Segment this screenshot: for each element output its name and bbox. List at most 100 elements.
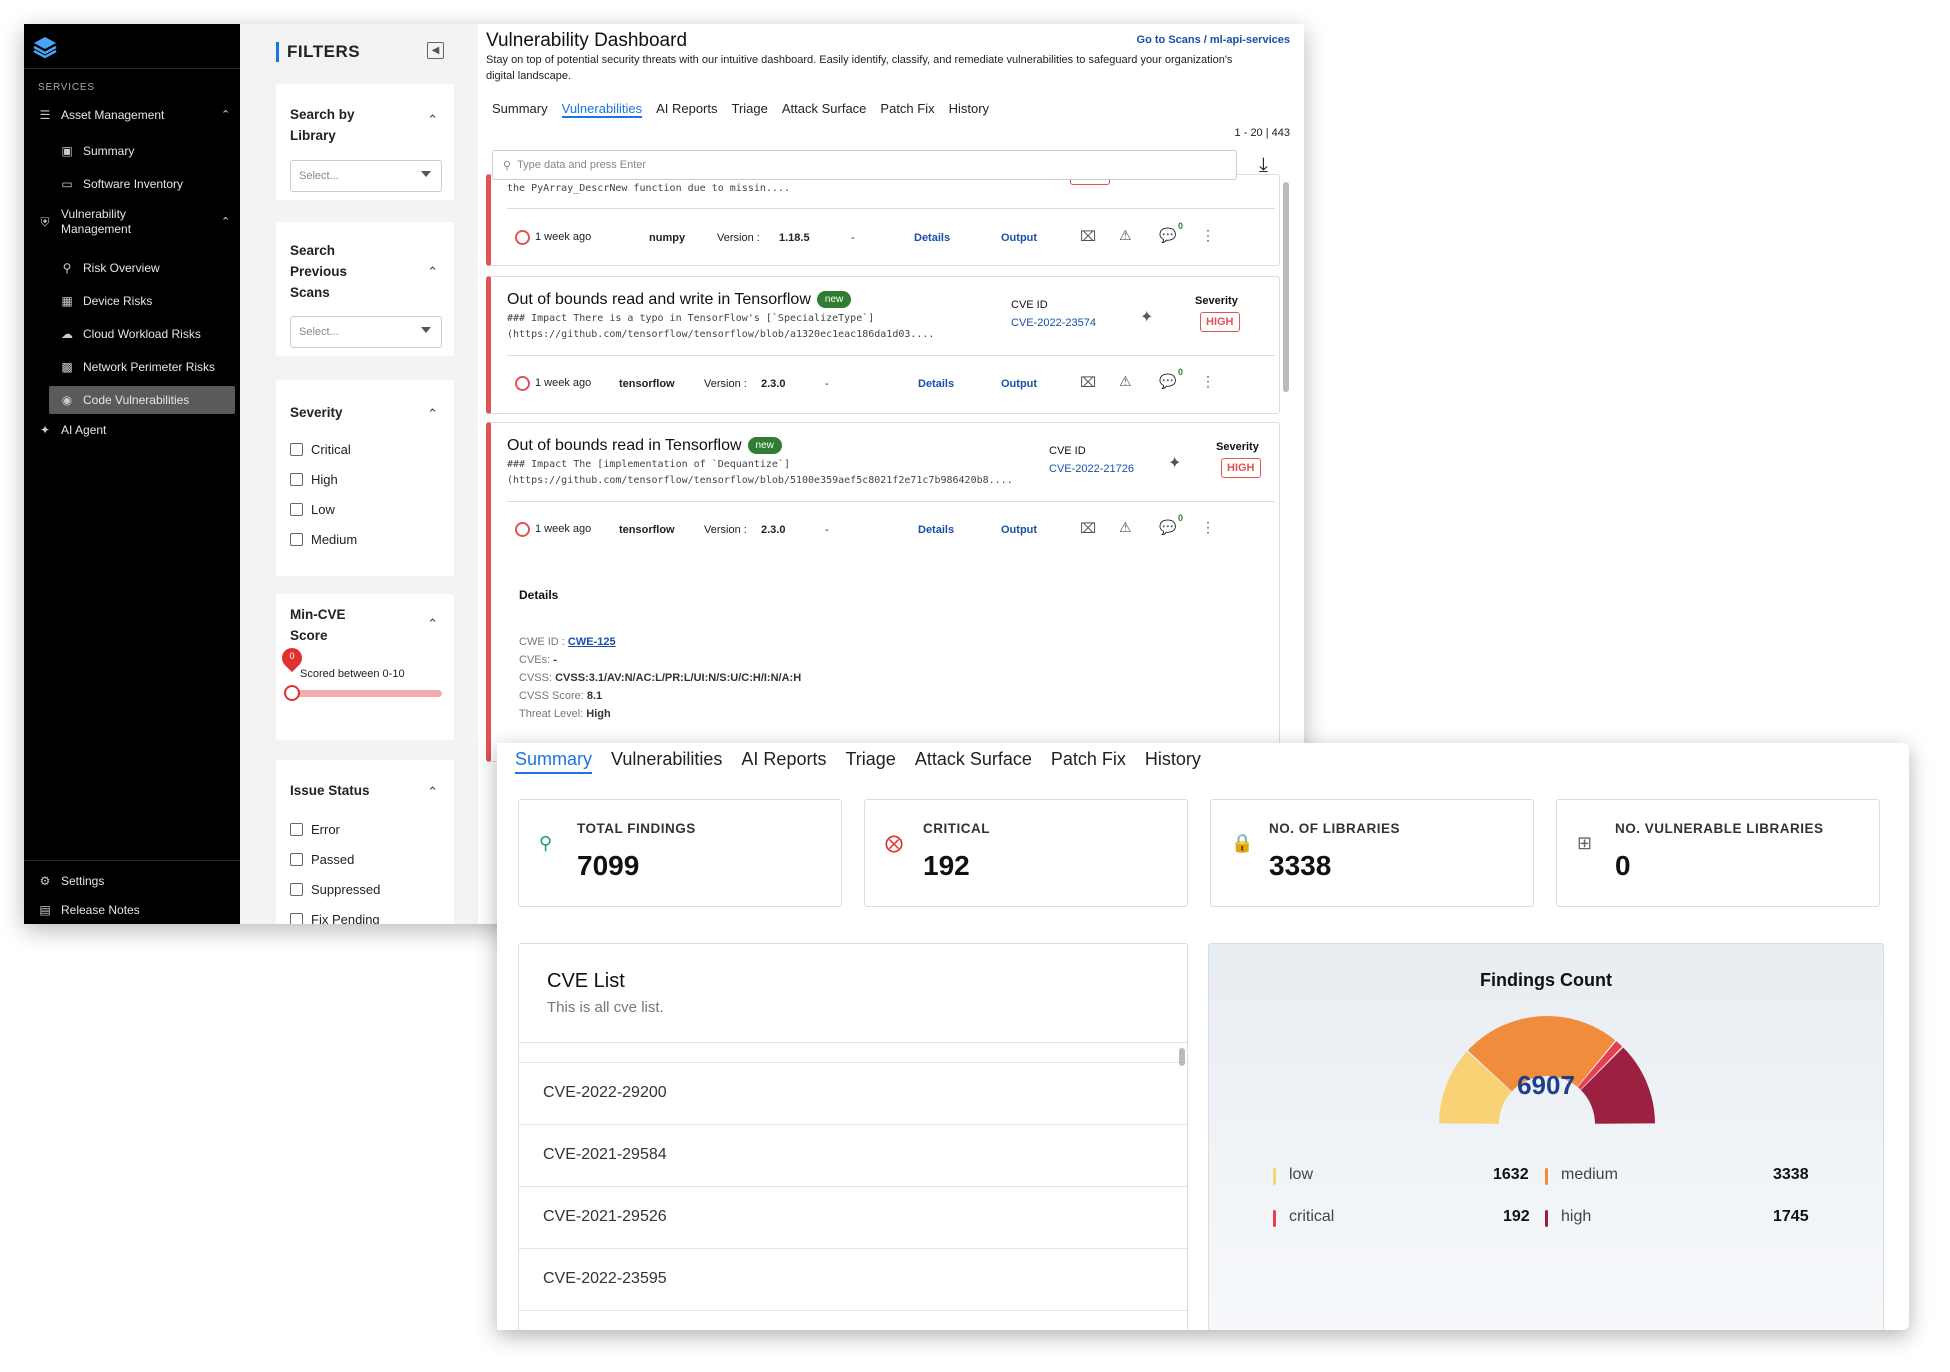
ai-sparkle-icon[interactable]: ✦ bbox=[1140, 307, 1153, 327]
chevron-up-icon[interactable]: ⌃ bbox=[427, 264, 438, 280]
tab-history[interactable]: History bbox=[1145, 749, 1201, 774]
vulnerability-card[interactable]: Out of bounds read and write in Tensorfl… bbox=[486, 276, 1280, 414]
details-link[interactable]: Details bbox=[914, 232, 950, 244]
output-link[interactable]: Output bbox=[1001, 524, 1037, 536]
tab-patch-fix[interactable]: Patch Fix bbox=[880, 101, 934, 118]
library-name: tensorflow bbox=[619, 524, 675, 536]
sidebar-item-network-perimeter-risks[interactable]: ▩ Network Perimeter Risks bbox=[60, 360, 215, 375]
go-to-scans-link[interactable]: Go to Scans / ml-api-services bbox=[1137, 34, 1290, 46]
comment-icon[interactable]: 💬 bbox=[1159, 373, 1176, 390]
sidebar-item-settings[interactable]: ⚙ Settings bbox=[38, 874, 105, 889]
vulnerability-title[interactable]: Out of bounds read in Tensorflow new bbox=[507, 437, 782, 455]
checkbox[interactable] bbox=[290, 443, 303, 456]
cve-list-item[interactable]: CVE-2022-23595 bbox=[543, 1270, 667, 1288]
details-link[interactable]: Details bbox=[918, 524, 954, 536]
comment-icon[interactable]: 💬 bbox=[1159, 227, 1176, 244]
vulnerability-title[interactable]: Out of bounds read and write in Tensorfl… bbox=[507, 291, 852, 309]
output-link[interactable]: Output bbox=[1001, 378, 1037, 390]
checkbox[interactable] bbox=[290, 853, 303, 866]
checkbox[interactable] bbox=[290, 883, 303, 896]
vulnerability-card-expanded[interactable]: Out of bounds read in Tensorflow new ### … bbox=[486, 422, 1280, 762]
status-error-checkbox[interactable]: Error bbox=[290, 822, 340, 837]
cve-list-item[interactable]: CVE-2022-29200 bbox=[543, 1084, 667, 1102]
tab-attack-surface[interactable]: Attack Surface bbox=[782, 101, 867, 118]
chevron-up-icon[interactable]: ⌃ bbox=[221, 108, 230, 123]
chevron-up-icon[interactable]: ⌃ bbox=[427, 616, 438, 632]
app-logo[interactable] bbox=[32, 34, 58, 60]
library-select[interactable]: Select... bbox=[290, 160, 442, 192]
sidebar-item-code-vulnerabilities[interactable]: ◉ Code Vulnerabilities bbox=[49, 386, 235, 414]
tab-vulnerabilities[interactable]: Vulnerabilities bbox=[561, 101, 643, 118]
cve-list-scrollbar[interactable] bbox=[1179, 1048, 1185, 1066]
status-passed-checkbox[interactable]: Passed bbox=[290, 852, 354, 867]
severity-low-checkbox[interactable]: Low bbox=[290, 502, 335, 517]
comment-icon[interactable]: 💬 bbox=[1159, 519, 1176, 536]
chevron-up-icon[interactable]: ⌃ bbox=[221, 215, 230, 230]
checkbox[interactable] bbox=[290, 503, 303, 516]
suppress-icon[interactable]: ⌧ bbox=[1080, 520, 1096, 537]
search-input[interactable]: ⚲ Type data and press Enter bbox=[492, 150, 1237, 180]
cve-list-item[interactable]: CVE-2021-29584 bbox=[543, 1146, 667, 1164]
legend-medium: medium bbox=[1545, 1166, 1618, 1185]
sidebar-item-label: Network Perimeter Risks bbox=[83, 360, 216, 374]
checkbox[interactable] bbox=[290, 913, 303, 924]
chevron-up-icon[interactable]: ⌃ bbox=[427, 112, 438, 128]
cve-id-link[interactable]: CVE-2022-21726 bbox=[1049, 463, 1134, 475]
tab-ai-reports[interactable]: AI Reports bbox=[741, 749, 826, 774]
sidebar-item-device-risks[interactable]: ▦ Device Risks bbox=[60, 294, 152, 309]
sidebar-item-release-notes[interactable]: ▤ Release Notes bbox=[38, 903, 139, 918]
severity-medium-checkbox[interactable]: Medium bbox=[290, 532, 357, 547]
sidebar-item-risk-overview[interactable]: ⚲ Risk Overview bbox=[60, 261, 160, 276]
stat-critical: ⨂ CRITICAL 192 bbox=[864, 799, 1188, 907]
tab-triage[interactable]: Triage bbox=[732, 101, 768, 118]
tab-attack-surface[interactable]: Attack Surface bbox=[915, 749, 1032, 774]
warning-icon[interactable]: ⚠ bbox=[1119, 519, 1132, 536]
download-icon[interactable]: ⤓ bbox=[1259, 154, 1268, 177]
tab-history[interactable]: History bbox=[949, 101, 989, 118]
suppress-icon[interactable]: ⌧ bbox=[1080, 228, 1096, 245]
more-menu-icon[interactable]: ⋮ bbox=[1201, 519, 1215, 536]
sidebar-item-summary[interactable]: ▣ Summary bbox=[60, 144, 134, 159]
warning-icon[interactable]: ⚠ bbox=[1119, 227, 1132, 244]
chevron-up-icon[interactable]: ⌃ bbox=[427, 784, 438, 800]
divider bbox=[24, 860, 240, 861]
previous-scans-select[interactable]: Select... bbox=[290, 316, 442, 348]
tab-vulnerabilities[interactable]: Vulnerabilities bbox=[611, 749, 722, 774]
cards-scrollbar[interactable] bbox=[1283, 182, 1289, 392]
comment-count: 0 bbox=[1178, 367, 1184, 377]
warning-icon[interactable]: ⚠ bbox=[1119, 373, 1132, 390]
output-link[interactable]: Output bbox=[1001, 232, 1037, 244]
tab-summary[interactable]: Summary bbox=[515, 749, 593, 774]
sidebar-item-cloud-workload-risks[interactable]: ☁ Cloud Workload Risks bbox=[60, 327, 201, 342]
cve-id-link[interactable]: CVE-2022-23574 bbox=[1011, 317, 1096, 329]
tab-ai-reports[interactable]: AI Reports bbox=[656, 101, 717, 118]
sidebar-item-asset-management[interactable]: ☰ Asset Management ⌃ bbox=[38, 108, 234, 123]
status-fix-pending-checkbox[interactable]: Fix Pending bbox=[290, 912, 380, 924]
collapse-panel-icon[interactable]: ◀ bbox=[427, 42, 444, 59]
vulnerability-description: the PyArray_DescrNew function due to mis… bbox=[507, 183, 790, 194]
tab-patch-fix[interactable]: Patch Fix bbox=[1051, 749, 1126, 774]
details-link[interactable]: Details bbox=[918, 378, 954, 390]
suppress-icon[interactable]: ⌧ bbox=[1080, 374, 1096, 391]
cwe-link[interactable]: CWE-125 bbox=[568, 636, 616, 648]
checkbox[interactable] bbox=[290, 823, 303, 836]
ai-sparkle-icon[interactable]: ✦ bbox=[1168, 453, 1181, 473]
score-slider-track[interactable] bbox=[290, 690, 442, 697]
chevron-up-icon[interactable]: ⌃ bbox=[427, 406, 438, 422]
sidebar-item-ai-agent[interactable]: ✦ AI Agent bbox=[38, 423, 106, 438]
score-slider-thumb[interactable] bbox=[284, 685, 300, 701]
divider bbox=[507, 355, 1275, 356]
vulnerability-card[interactable]: the PyArray_DescrNew function due to mis… bbox=[486, 174, 1280, 266]
tab-triage[interactable]: Triage bbox=[845, 749, 895, 774]
sidebar-item-vulnerability-management[interactable]: ⛨ Vulnerability Management ⌃ bbox=[38, 207, 234, 237]
status-suppressed-checkbox[interactable]: Suppressed bbox=[290, 882, 380, 897]
checkbox[interactable] bbox=[290, 473, 303, 486]
checkbox[interactable] bbox=[290, 533, 303, 546]
cve-list-item[interactable]: CVE-2021-29526 bbox=[543, 1208, 667, 1226]
tab-summary[interactable]: Summary bbox=[492, 101, 548, 118]
more-menu-icon[interactable]: ⋮ bbox=[1201, 373, 1215, 390]
more-menu-icon[interactable]: ⋮ bbox=[1201, 227, 1215, 244]
severity-critical-checkbox[interactable]: Critical bbox=[290, 442, 351, 457]
sidebar-item-software-inventory[interactable]: ▭ Software Inventory bbox=[60, 177, 183, 192]
severity-high-checkbox[interactable]: High bbox=[290, 472, 338, 487]
